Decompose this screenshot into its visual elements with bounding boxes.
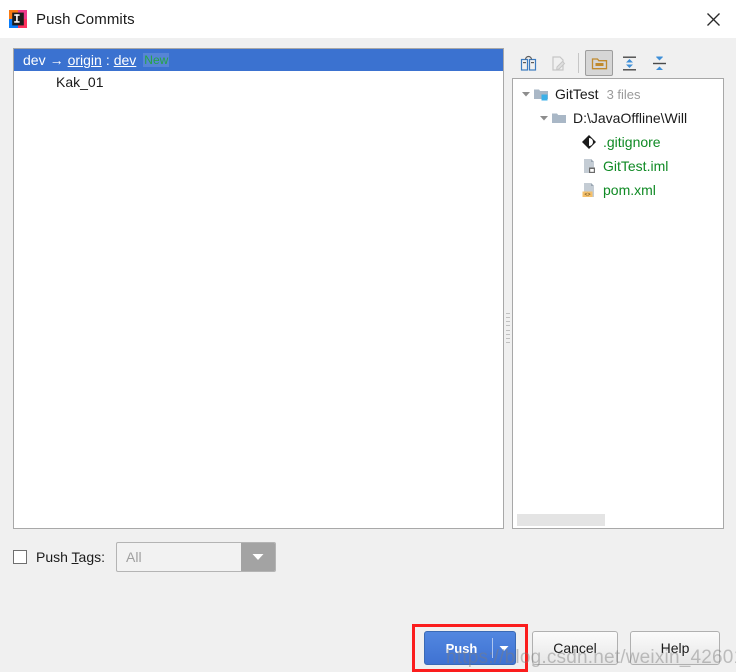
branch-separator: :	[105, 52, 110, 68]
push-tags-combo[interactable]: All	[116, 542, 277, 572]
group-by-directory-icon[interactable]	[585, 50, 613, 76]
tree-node-file[interactable]: <> pom.xml	[513, 178, 723, 202]
commit-message: Kak_01	[56, 74, 104, 90]
close-icon[interactable]	[690, 0, 736, 38]
chevron-down-icon[interactable]	[519, 87, 533, 101]
chevron-down-icon[interactable]	[537, 111, 551, 125]
module-folder-icon	[533, 86, 549, 102]
tree-node-directory[interactable]: D:\JavaOffline\Will	[513, 106, 723, 130]
target-branch-link[interactable]: dev	[114, 52, 137, 68]
changed-files-panel: GitTest 3 files D:\JavaOffline\Will .git…	[512, 48, 724, 529]
chevron-down-icon[interactable]	[241, 543, 276, 571]
title-bar: Push Commits	[0, 0, 736, 38]
push-tags-label-prefix: Push	[36, 549, 72, 565]
push-tags-checkbox[interactable]	[13, 550, 27, 564]
horizontal-scrollbar[interactable]	[514, 513, 723, 527]
push-tags-row: Push Tags: All	[13, 542, 277, 572]
scrollbar-thumb[interactable]	[517, 514, 605, 526]
intellij-idea-icon	[9, 10, 27, 28]
tree-node-file[interactable]: .gitignore	[513, 130, 723, 154]
splitter-grip-icon	[506, 313, 510, 343]
file-count-label: 3 files	[606, 86, 641, 102]
tree-node-module[interactable]: GitTest 3 files	[513, 82, 723, 106]
commit-branch-row[interactable]: dev → origin : dev New	[14, 49, 503, 71]
show-diff-icon[interactable]	[514, 50, 542, 76]
expand-all-icon[interactable]	[615, 50, 643, 76]
tree-node-file[interactable]: GitTest.iml	[513, 154, 723, 178]
source-branch-label: dev	[23, 52, 46, 68]
panel-splitter[interactable]	[504, 48, 512, 529]
tree-node-label: pom.xml	[603, 182, 656, 198]
xml-file-icon: <>	[581, 182, 597, 198]
commit-list-item[interactable]: Kak_01	[14, 71, 503, 93]
tree-toolbar	[512, 48, 724, 78]
remote-name-link[interactable]: origin	[68, 52, 102, 68]
tree-node-label: .gitignore	[603, 134, 661, 150]
iml-file-icon	[581, 158, 597, 174]
window-title: Push Commits	[36, 10, 135, 28]
push-tags-label-suffix: ags:	[78, 549, 106, 565]
dialog-body: dev → origin : dev New Kak_01 GitTest 3 …	[0, 38, 736, 672]
changed-files-tree[interactable]: GitTest 3 files D:\JavaOffline\Will .git…	[512, 78, 724, 529]
folder-icon	[551, 110, 567, 126]
tree-node-label: GitTest.iml	[603, 158, 669, 174]
push-tags-combo-value: All	[126, 549, 142, 565]
new-branch-badge: New	[143, 53, 170, 67]
arrow-icon: →	[49, 52, 64, 68]
tree-node-label: D:\JavaOffline\Will	[573, 110, 688, 126]
watermark-text: https://blog.csdn.net/weixin_42601133	[446, 647, 736, 668]
tree-node-label: GitTest	[555, 86, 599, 102]
push-tags-mnemonic: T	[71, 549, 79, 565]
commits-list-panel[interactable]: dev → origin : dev New Kak_01	[13, 48, 504, 529]
edit-source-icon	[544, 50, 572, 76]
toolbar-separator	[578, 53, 579, 73]
svg-text:<>: <>	[584, 192, 590, 198]
gitignore-file-icon	[581, 134, 597, 150]
push-tags-label: Push Tags:	[36, 549, 105, 565]
collapse-all-icon[interactable]	[645, 50, 673, 76]
